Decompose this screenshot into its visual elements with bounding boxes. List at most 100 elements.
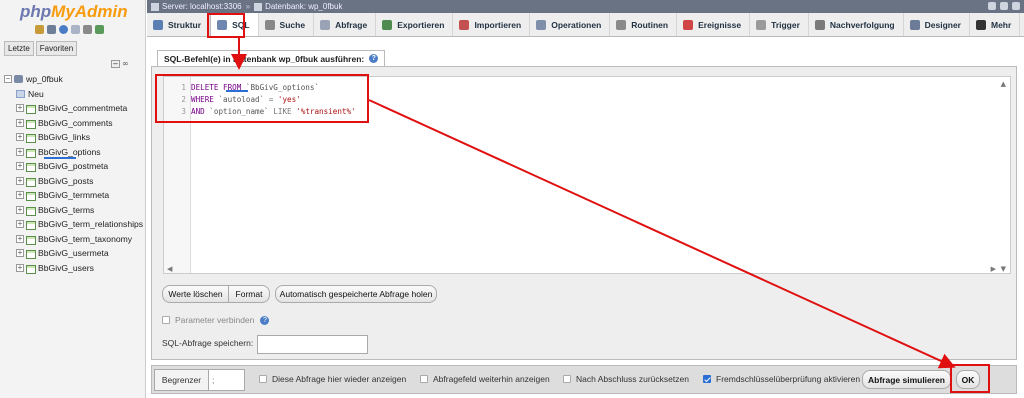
breadcrumb-database[interactable]: Datenbank: wp_0fbuk [265, 2, 342, 11]
table-name[interactable]: BbGivG_usermeta [38, 248, 109, 258]
table-row[interactable]: + BbGivG_links [4, 130, 144, 145]
tab-routinen[interactable]: Routinen [610, 13, 678, 36]
tab-operationen[interactable]: Operationen [530, 13, 611, 36]
keep-box-label: Abfragefeld weiterhin anzeigen [433, 374, 550, 384]
tree-database-row[interactable]: − wp_0fbuk [4, 72, 144, 87]
expand-icon[interactable]: + [16, 249, 24, 258]
nav-quick-icons [35, 25, 104, 34]
home-icon[interactable] [35, 25, 44, 34]
help-icon[interactable] [59, 25, 68, 34]
tab-trigger[interactable]: Trigger [750, 13, 809, 36]
expand-icon[interactable]: + [16, 205, 24, 214]
save-query-input[interactable] [257, 335, 368, 354]
expand-icon[interactable]: + [16, 234, 24, 243]
expand-icon[interactable]: + [16, 263, 24, 272]
collapse-top-icon[interactable] [1012, 2, 1020, 10]
tab-suche[interactable]: Suche [259, 13, 315, 36]
rollback-checkbox[interactable] [563, 375, 571, 383]
new-table-label[interactable]: Neu [28, 89, 44, 99]
expand-icon[interactable]: + [16, 147, 24, 156]
simulate-query-button[interactable]: Abfrage simulieren [862, 370, 951, 389]
table-icon [26, 264, 36, 274]
tab-recent[interactable]: Letzte [4, 41, 34, 56]
gear-icon[interactable] [1000, 2, 1008, 10]
collapse-icon[interactable]: − [4, 75, 12, 84]
logout-icon[interactable] [47, 25, 56, 34]
tab-nachverfolgung[interactable]: Nachverfolgung [809, 13, 904, 36]
table-name[interactable]: BbGivG_posts [38, 176, 93, 186]
scroll-down-icon[interactable]: ▼ [1001, 265, 1006, 273]
table-row[interactable]: + BbGivG_commentmeta [4, 101, 144, 116]
breadcrumb-server[interactable]: Server: localhost:3306 [162, 2, 242, 11]
expand-icon[interactable]: + [16, 118, 24, 127]
scroll-right-icon[interactable]: ▶ [991, 265, 996, 273]
table-name[interactable]: BbGivG_postmeta [38, 161, 108, 171]
tab-importieren[interactable]: Importieren [453, 13, 531, 36]
reload-icon[interactable] [95, 25, 104, 34]
settings-icon[interactable] [83, 25, 92, 34]
table-name[interactable]: BbGivG_links [38, 132, 90, 142]
tab-struktur[interactable]: Struktur [147, 13, 211, 36]
scroll-left-icon[interactable]: ◀ [167, 265, 172, 273]
tab-ereignisse[interactable]: Ereignisse [677, 13, 751, 36]
rollback-row[interactable]: Nach Abschluss zurücksetzen [563, 374, 689, 384]
table-name[interactable]: BbGivG_term_relationships [38, 219, 143, 229]
table-name[interactable]: BbGivG_comments [38, 118, 113, 128]
import-icon [459, 19, 470, 30]
show-query-checkbox[interactable] [259, 375, 267, 383]
table-name[interactable]: BbGivG_users [38, 263, 94, 273]
tab-exportieren[interactable]: Exportieren [376, 13, 454, 36]
keep-query-box-row[interactable]: Abfragefeld weiterhin anzeigen [420, 374, 550, 384]
expand-icon[interactable]: + [16, 176, 24, 185]
table-name[interactable]: BbGivG_commentmeta [38, 103, 127, 113]
table-row[interactable]: + BbGivG_terms [4, 203, 144, 218]
foreign-key-check-row[interactable]: Fremdschlüsselüberprüfung aktivieren [703, 374, 860, 384]
database-name[interactable]: wp_0fbuk [26, 74, 63, 84]
show-query-again-row[interactable]: Diese Abfrage hier wieder anzeigen [259, 374, 406, 384]
delimiter-input[interactable]: ; [208, 369, 245, 391]
lock-icon[interactable] [988, 2, 996, 10]
table-row[interactable]: + BbGivG_termmeta [4, 188, 144, 203]
tab-label: Importieren [474, 19, 522, 30]
table-row[interactable]: + BbGivG_usermeta [4, 246, 144, 261]
tab-abfrage[interactable]: Abfrage [314, 13, 377, 36]
expand-icon[interactable]: + [16, 104, 24, 113]
bind-parameters-checkbox[interactable] [162, 316, 170, 324]
docs-icon[interactable] [71, 25, 80, 34]
table-name[interactable]: BbGivG_termmeta [38, 190, 109, 200]
table-name[interactable]: BbGivG_terms [38, 205, 94, 215]
tab-mehr[interactable]: Mehr [970, 13, 1021, 36]
help-icon[interactable]: ? [260, 315, 270, 325]
table-row[interactable]: + BbGivG_comments [4, 116, 144, 131]
table-row[interactable]: + BbGivG_term_relationships [4, 217, 144, 232]
chevron-down-icon [975, 19, 986, 30]
foreign-key-checkbox[interactable] [703, 375, 711, 383]
table-row[interactable]: + BbGivG_options [4, 145, 144, 160]
table-row[interactable]: + BbGivG_term_taxonomy [4, 232, 144, 247]
table-name-options[interactable]: BbGivG_options [38, 147, 101, 157]
tab-designer[interactable]: Designer [904, 13, 970, 36]
collapse-all-icon[interactable]: − [111, 60, 120, 68]
table-icon [26, 162, 36, 173]
tab-favorites[interactable]: Favoriten [35, 41, 78, 56]
clear-button[interactable]: Werte löschen [162, 285, 229, 303]
table-row[interactable]: + BbGivG_users [4, 261, 144, 276]
tree-new-row[interactable]: Neu [4, 87, 144, 102]
keep-box-checkbox[interactable] [420, 375, 428, 383]
expand-icon[interactable]: + [16, 133, 24, 142]
scroll-up-icon[interactable]: ▲ [1001, 80, 1006, 88]
tab-label: Operationen [551, 19, 602, 30]
help-icon[interactable]: ? [369, 54, 379, 63]
table-row[interactable]: + BbGivG_postmeta [4, 159, 144, 174]
breadcrumb-separator: » [245, 2, 251, 11]
designer-icon [909, 19, 920, 30]
expand-icon[interactable]: + [16, 191, 24, 200]
restore-autosave-button[interactable]: Automatisch gespeicherte Abfrage holen [275, 285, 437, 303]
format-button[interactable]: Format [229, 285, 270, 303]
phpmyadmin-logo[interactable]: phpMyAdmin [20, 2, 128, 22]
table-name[interactable]: BbGivG_term_taxonomy [38, 234, 132, 244]
link-with-main-icon[interactable]: ∞ [122, 59, 129, 68]
expand-icon[interactable]: + [16, 220, 24, 229]
expand-icon[interactable]: + [16, 162, 24, 171]
table-row[interactable]: + BbGivG_posts [4, 174, 144, 189]
